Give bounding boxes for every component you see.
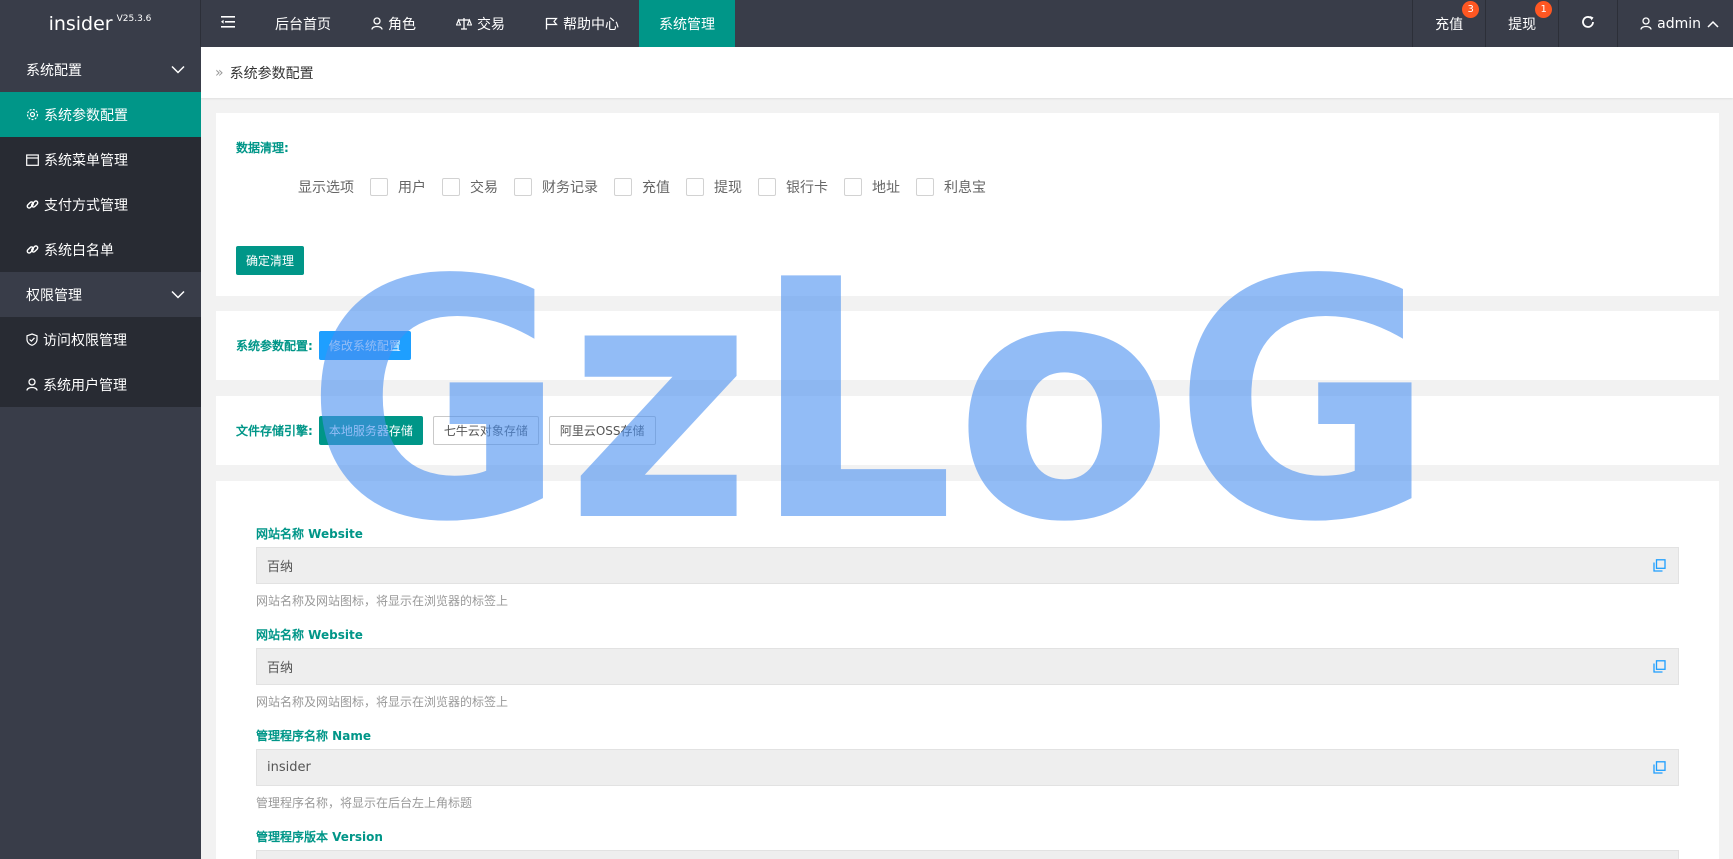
menu-toggle-button[interactable] xyxy=(201,0,255,47)
user-icon xyxy=(1640,17,1652,30)
sidebar: 系统配置 系统参数配置 系统菜单管理 支付方式管理 系统白名单 权限管理 访问权… xyxy=(0,47,201,859)
recharge-badge: 3 xyxy=(1462,1,1480,18)
checkbox[interactable] xyxy=(442,178,460,196)
sidebar-item-system-menu[interactable]: 系统菜单管理 xyxy=(0,137,201,182)
user-icon xyxy=(26,378,38,391)
cleanup-options: 显示选项 用户 交易 财务记录 充值 提现 银行卡 地址 利息宝 xyxy=(298,177,1002,197)
confirm-cleanup-button[interactable]: 确定清理 xyxy=(236,246,305,275)
sidebar-group-permission[interactable]: 权限管理 xyxy=(0,272,201,317)
sidebar-submenu-permission: 访问权限管理 系统用户管理 xyxy=(0,317,201,407)
sidebar-item-payment[interactable]: 支付方式管理 xyxy=(0,182,201,227)
top-right-actions: 充值 3 提现 1 admin xyxy=(1412,0,1733,47)
cleanup-option-finance[interactable]: 财务记录 xyxy=(514,177,598,197)
sidebar-item-access[interactable]: 访问权限管理 xyxy=(0,317,201,362)
config-fields-card: 网站名称 Website 百纳 网站名称及网站图标，将显示在浏览器的标签上 网站… xyxy=(216,481,1719,859)
withdraw-button[interactable]: 提现 1 xyxy=(1485,0,1558,47)
checkbox[interactable] xyxy=(844,178,862,196)
link-icon xyxy=(26,198,39,211)
top-nav: 后台首页 角色 交易 帮助中心 系统管理 xyxy=(201,0,735,47)
sidebar-submenu-system-config: 系统参数配置 系统菜单管理 支付方式管理 系统白名单 xyxy=(0,92,201,272)
field-app-name: 管理程序名称 Name insider 管理程序名称，将显示在后台左上角标题 xyxy=(256,727,1679,811)
cleanup-title: 数据清理: xyxy=(236,141,289,155)
withdraw-badge: 1 xyxy=(1535,1,1553,18)
chevron-up-icon xyxy=(1707,20,1719,28)
storage-engine-card: 文件存储引擎: 本地服务器存储 七牛云对象存储 阿里云OSS存储 xyxy=(216,396,1719,465)
checkbox[interactable] xyxy=(514,178,532,196)
app-name: insider xyxy=(48,12,113,35)
page-title: 系统参数配置 xyxy=(229,65,314,82)
double-chevron-icon: » xyxy=(215,64,224,81)
chevron-down-icon xyxy=(171,65,185,74)
cleanup-option-bankcard[interactable]: 银行卡 xyxy=(758,177,828,197)
copy-icon[interactable] xyxy=(1653,559,1666,572)
nav-trade[interactable]: 交易 xyxy=(436,0,525,47)
app-logo[interactable]: insider V25.3.6 xyxy=(0,0,201,47)
qiniu-storage-button[interactable]: 七牛云对象存储 xyxy=(432,416,539,445)
system-params-card: 系统参数配置: 修改系统配置 xyxy=(216,311,1719,380)
cleanup-option-interest[interactable]: 利息宝 xyxy=(916,177,986,197)
chevron-down-icon xyxy=(171,290,185,299)
field-app-version: 管理程序版本 Version xyxy=(256,828,1679,859)
user-icon xyxy=(371,17,383,30)
nav-role[interactable]: 角色 xyxy=(351,0,436,47)
link-icon xyxy=(26,243,39,256)
sysparams-label: 系统参数配置: xyxy=(236,339,313,353)
scale-icon xyxy=(456,17,472,30)
checkbox[interactable] xyxy=(916,178,934,196)
website-name-input[interactable]: 百纳 xyxy=(256,547,1679,584)
cleanup-option-recharge[interactable]: 充值 xyxy=(614,177,670,197)
sidebar-item-users[interactable]: 系统用户管理 xyxy=(0,362,201,407)
gear-icon xyxy=(26,108,39,121)
shield-icon xyxy=(26,333,38,346)
copy-icon[interactable] xyxy=(1653,660,1666,673)
website-name-input-2[interactable]: 百纳 xyxy=(256,648,1679,685)
field-website-name-2: 网站名称 Website 百纳 网站名称及网站图标，将显示在浏览器的标签上 xyxy=(256,626,1679,710)
recharge-button[interactable]: 充值 3 xyxy=(1412,0,1485,47)
data-cleanup-card: 数据清理: 显示选项 用户 交易 财务记录 充值 提现 银行卡 地址 利息宝 确… xyxy=(216,113,1719,296)
cleanup-option-address[interactable]: 地址 xyxy=(844,177,900,197)
storage-label: 文件存储引擎: xyxy=(236,424,313,438)
cleanup-option-trade[interactable]: 交易 xyxy=(442,177,498,197)
sidebar-item-system-params[interactable]: 系统参数配置 xyxy=(0,92,201,137)
main-content: » 系统参数配置 数据清理: 显示选项 用户 交易 财务记录 充值 提现 银行卡… xyxy=(201,47,1733,859)
app-name-input[interactable]: insider xyxy=(256,749,1679,786)
menu-fold-icon xyxy=(221,15,235,32)
field-website-name: 网站名称 Website 百纳 网站名称及网站图标，将显示在浏览器的标签上 xyxy=(256,525,1679,609)
flag-icon xyxy=(545,17,558,30)
calendar-icon xyxy=(26,153,39,166)
refresh-button[interactable] xyxy=(1558,0,1617,47)
nav-home[interactable]: 后台首页 xyxy=(255,0,351,47)
aliyun-oss-button[interactable]: 阿里云OSS存储 xyxy=(548,416,656,445)
checkbox[interactable] xyxy=(614,178,632,196)
user-menu[interactable]: admin xyxy=(1617,0,1733,47)
top-bar: insider V25.3.6 后台首页 角色 交易 帮助中心 系统管理 充值 … xyxy=(0,0,1733,47)
checkbox[interactable] xyxy=(686,178,704,196)
app-version: V25.3.6 xyxy=(116,13,152,24)
edit-system-config-button[interactable]: 修改系统配置 xyxy=(318,331,411,360)
sidebar-item-whitelist[interactable]: 系统白名单 xyxy=(0,227,201,272)
refresh-icon xyxy=(1581,15,1595,33)
nav-system[interactable]: 系统管理 xyxy=(639,0,735,47)
sidebar-group-system-config[interactable]: 系统配置 xyxy=(0,47,201,92)
cleanup-option-withdraw[interactable]: 提现 xyxy=(686,177,742,197)
breadcrumb: » 系统参数配置 xyxy=(201,47,1733,98)
username: admin xyxy=(1657,15,1701,32)
copy-icon[interactable] xyxy=(1653,761,1666,774)
checkbox[interactable] xyxy=(370,178,388,196)
checkbox[interactable] xyxy=(758,178,776,196)
nav-help[interactable]: 帮助中心 xyxy=(525,0,639,47)
cleanup-option-user[interactable]: 用户 xyxy=(370,177,426,197)
app-version-input[interactable] xyxy=(256,850,1679,859)
local-storage-button[interactable]: 本地服务器存储 xyxy=(318,416,423,445)
options-label: 显示选项 xyxy=(298,180,354,196)
